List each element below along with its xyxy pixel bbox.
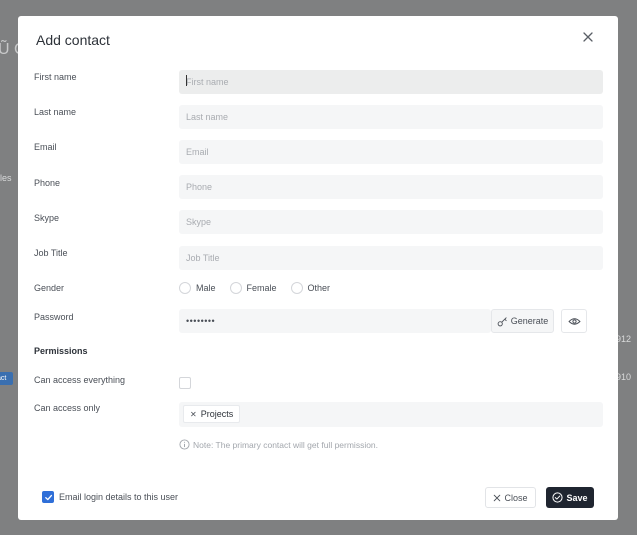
show-password-button[interactable] xyxy=(561,309,587,333)
add-contact-modal: Add contact First name Last name Email P… xyxy=(18,16,618,520)
note-text: Note: The primary contact will get full … xyxy=(193,439,379,450)
gender-option-other[interactable]: Other xyxy=(290,282,331,294)
remove-tag-icon[interactable]: ✕ xyxy=(190,410,197,419)
background-badge: act xyxy=(0,372,13,385)
close-label: Close xyxy=(504,492,528,503)
email-input[interactable] xyxy=(179,140,603,164)
gender-radio-group: Male Female Other xyxy=(179,280,344,296)
checkbox-checked[interactable] xyxy=(42,491,54,503)
job-title-input[interactable] xyxy=(179,246,603,270)
background-text: les xyxy=(0,173,12,183)
radio-label: Other xyxy=(307,283,331,293)
radio-label: Female xyxy=(246,283,277,293)
first-name-label: First name xyxy=(34,72,77,82)
gender-option-male[interactable]: Male xyxy=(179,282,216,294)
save-button[interactable]: Save xyxy=(546,487,594,508)
close-icon[interactable] xyxy=(580,29,596,45)
generate-password-button[interactable]: Generate xyxy=(491,309,554,333)
last-name-label: Last name xyxy=(34,107,77,117)
email-login-checkbox[interactable]: Email login details to this user xyxy=(42,491,178,503)
radio-button[interactable] xyxy=(179,282,191,294)
phone-label: Phone xyxy=(34,178,61,188)
key-icon xyxy=(497,316,507,326)
gender-option-female[interactable]: Female xyxy=(229,282,277,294)
eye-icon xyxy=(567,317,581,325)
skype-input[interactable] xyxy=(179,210,603,234)
info-icon xyxy=(179,439,190,450)
job-title-label: Job Title xyxy=(34,248,68,258)
gender-label: Gender xyxy=(34,283,65,293)
tag-label: Projects xyxy=(200,409,234,419)
radio-label: Male xyxy=(196,283,216,293)
check-icon xyxy=(44,494,52,500)
close-button[interactable]: Close xyxy=(485,487,536,508)
can-access-everything-label: Can access everything xyxy=(34,375,126,385)
access-tags-input[interactable]: ✕ Projects xyxy=(179,402,603,427)
background-text: 910 xyxy=(616,372,632,382)
email-label: Email xyxy=(34,142,57,152)
generate-label: Generate xyxy=(510,316,549,326)
phone-input[interactable] xyxy=(179,175,603,199)
permission-note: Note: The primary contact will get full … xyxy=(179,439,378,450)
permissions-heading: Permissions xyxy=(34,346,88,356)
background-text: 912 xyxy=(616,334,632,344)
tag-projects: ✕ Projects xyxy=(183,405,241,423)
save-label: Save xyxy=(566,492,588,503)
can-access-everything-checkbox[interactable] xyxy=(179,377,191,389)
text-cursor xyxy=(186,75,187,86)
skype-label: Skype xyxy=(34,213,60,223)
last-name-input[interactable] xyxy=(179,105,603,129)
can-access-only-label: Can access only xyxy=(34,403,101,413)
first-name-input[interactable] xyxy=(179,70,603,94)
modal-title: Add contact xyxy=(36,32,110,48)
check-circle-icon xyxy=(552,492,564,503)
email-login-label: Email login details to this user xyxy=(59,492,179,502)
x-icon xyxy=(494,494,501,501)
radio-button[interactable] xyxy=(229,282,242,294)
password-label: Password xyxy=(34,312,74,322)
password-input[interactable]: •••••••• xyxy=(179,309,491,333)
radio-button[interactable] xyxy=(290,282,303,294)
